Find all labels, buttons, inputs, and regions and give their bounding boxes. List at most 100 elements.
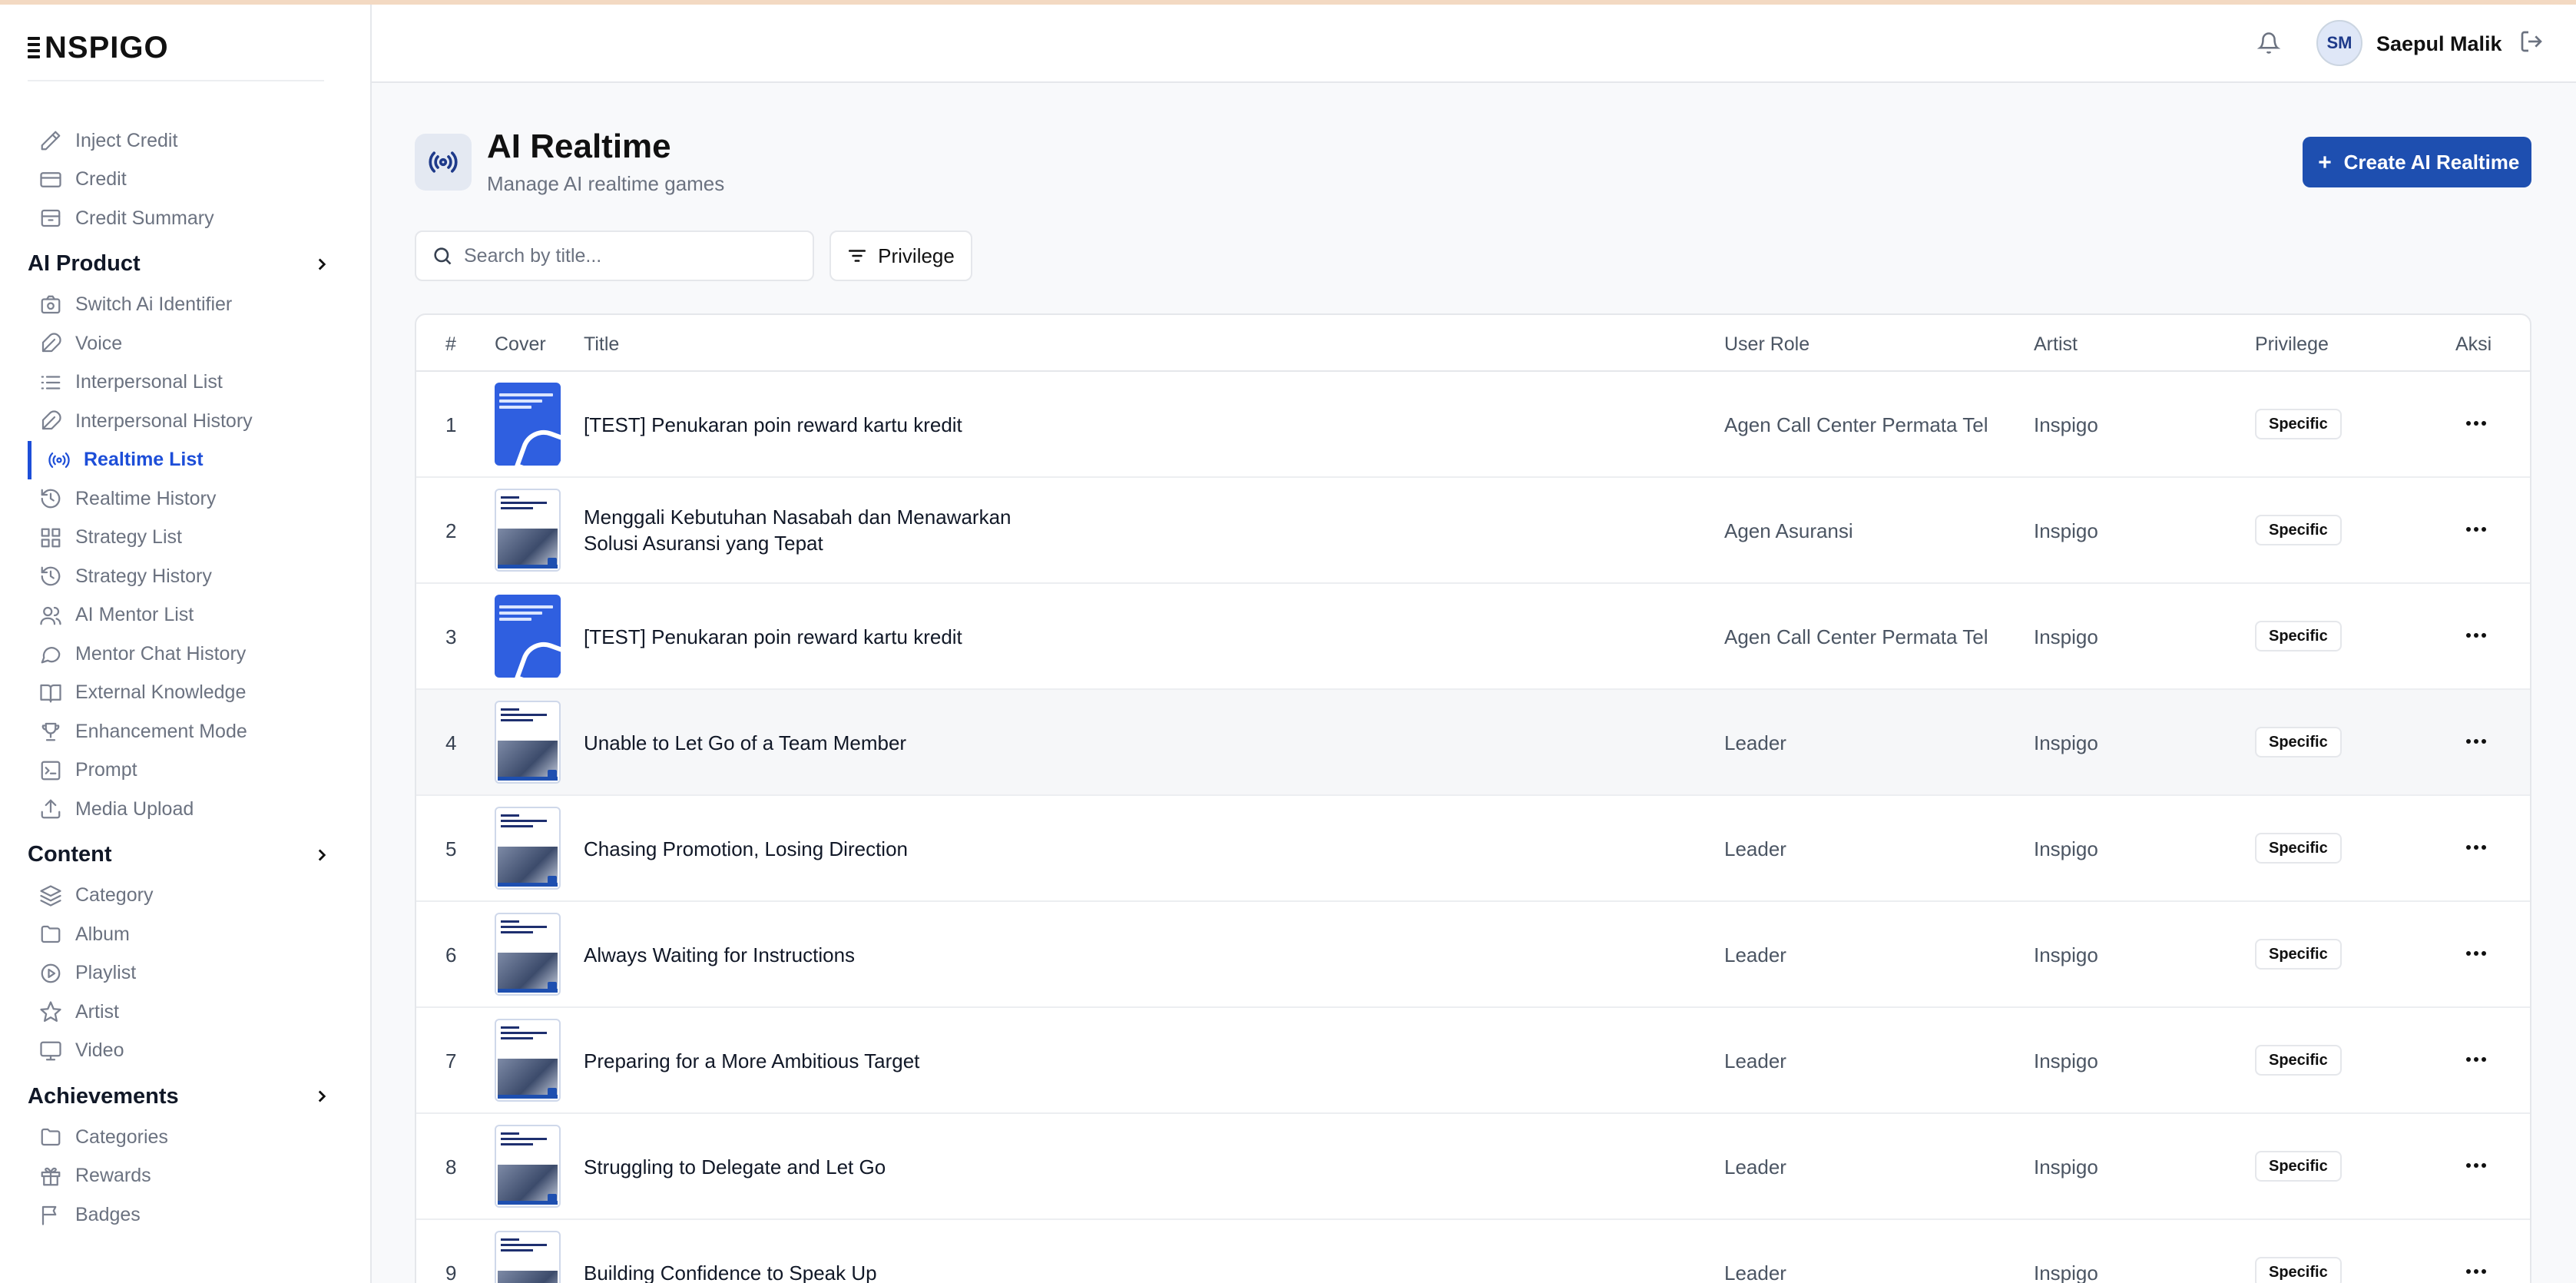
sidebar-item-inject-credit[interactable]: Inject Credit — [28, 121, 343, 161]
sidebar-item-label: Album — [75, 923, 130, 945]
logo[interactable]: NSPIGO — [28, 28, 169, 68]
table-body: 1 [TEST] Penukaran poin reward kartu kre… — [416, 372, 2530, 1283]
more-actions-icon[interactable] — [2462, 412, 2490, 435]
sidebar-item-label: Prompt — [75, 759, 137, 781]
sidebar-item-ai-mentor-list[interactable]: AI Mentor List — [28, 596, 343, 635]
sidebar-item-badges[interactable]: Badges — [28, 1195, 343, 1235]
sidebar-item-playlist[interactable]: Playlist — [28, 954, 343, 993]
table-row[interactable]: 4 Unable to Let Go of a Team Member Lead… — [416, 690, 2530, 796]
row-number: 1 — [445, 413, 457, 436]
row-user-role: Leader — [1724, 1155, 1786, 1179]
row-artist: Inspigo — [2034, 1261, 2098, 1283]
sidebar-nav: Inject Credit Credit Credit Summary AI P… — [28, 121, 343, 1235]
sidebar-item-credit-summary[interactable]: Credit Summary — [28, 199, 343, 238]
more-actions-icon[interactable] — [2462, 730, 2490, 753]
feather-icon — [38, 331, 63, 356]
table-row[interactable]: 2 Menggali Kebutuhan Nasabah dan Menawar… — [416, 478, 2530, 584]
sidebar-item-category[interactable]: Category — [28, 877, 343, 916]
table-row[interactable]: 9 Building Confidence to Speak Up Leader… — [416, 1220, 2530, 1283]
sidebar-item-interpersonal-history[interactable]: Interpersonal History — [28, 402, 343, 441]
sidebar-item-media-upload[interactable]: Media Upload — [28, 790, 343, 829]
privilege-badge: Specific — [2255, 409, 2342, 439]
privilege-filter-button[interactable]: Privilege — [829, 230, 972, 281]
row-title: Menggali Kebutuhan Nasabah dan Menawarka… — [584, 506, 1012, 555]
sidebar-item-video[interactable]: Video — [28, 1032, 343, 1071]
privilege-badge: Specific — [2255, 621, 2342, 651]
list-icon — [38, 370, 63, 395]
row-artist: Inspigo — [2034, 625, 2098, 648]
avatar[interactable]: SM — [2316, 20, 2362, 66]
sidebar-item-strategy-history[interactable]: Strategy History — [28, 557, 343, 596]
cover-thumbnail — [495, 383, 561, 466]
sidebar-item-realtime-history[interactable]: Realtime History — [28, 479, 343, 519]
filter-label: Privilege — [878, 244, 955, 267]
section-title: Content — [28, 842, 112, 867]
column-header-number: # — [445, 333, 456, 355]
sidebar-item-label: Enhancement Mode — [75, 720, 247, 742]
user-name[interactable]: Saepul Malik — [2376, 32, 2502, 56]
sidebar-item-strategy-list[interactable]: Strategy List — [28, 519, 343, 558]
section-title: AI Product — [28, 251, 141, 276]
row-user-role: Agen Asuransi — [1724, 519, 1853, 542]
bell-icon[interactable] — [2253, 28, 2284, 58]
sidebar-item-label: Credit Summary — [75, 207, 214, 229]
create-ai-realtime-button[interactable]: Create AI Realtime — [2303, 137, 2531, 187]
sidebar-item-album[interactable]: Album — [28, 915, 343, 954]
chevron-right-icon[interactable] — [312, 254, 332, 274]
row-artist: Inspigo — [2034, 731, 2098, 754]
sidebar-item-interpersonal-list[interactable]: Interpersonal List — [28, 363, 343, 403]
row-title: Always Waiting for Instructions — [584, 943, 856, 966]
sidebar-item-rewards[interactable]: Rewards — [28, 1157, 343, 1196]
more-actions-icon[interactable] — [2462, 942, 2490, 965]
more-actions-icon[interactable] — [2462, 624, 2490, 647]
play-circle-icon — [38, 961, 63, 986]
gift-icon — [38, 1164, 63, 1189]
chevron-right-icon[interactable] — [312, 1086, 332, 1106]
more-actions-icon[interactable] — [2462, 836, 2490, 859]
more-actions-icon[interactable] — [2462, 1154, 2490, 1177]
sidebar-item-external-knowledge[interactable]: External Knowledge — [28, 674, 343, 713]
sidebar-item-artist[interactable]: Artist — [28, 993, 343, 1032]
row-user-role: Agen Call Center Permata Tel — [1724, 413, 1988, 436]
table-row[interactable]: 3 [TEST] Penukaran poin reward kartu kre… — [416, 584, 2530, 690]
column-header-title: Title — [584, 333, 620, 355]
logout-icon[interactable] — [2519, 29, 2547, 57]
page-title: AI Realtime — [487, 128, 671, 165]
monitor-icon — [38, 1039, 63, 1063]
more-actions-icon[interactable] — [2462, 518, 2490, 541]
section-ai-product[interactable]: AI Product — [28, 243, 343, 286]
sidebar-item-categories[interactable]: Categories — [28, 1118, 343, 1157]
sidebar-item-prompt[interactable]: Prompt — [28, 751, 343, 791]
cover-thumbnail — [495, 1125, 561, 1208]
more-actions-icon[interactable] — [2462, 1260, 2490, 1283]
privilege-badge: Specific — [2255, 939, 2342, 970]
table-row[interactable]: 5 Chasing Promotion, Losing Direction Le… — [416, 796, 2530, 902]
sidebar-item-switch-ai-identifier[interactable]: Switch Ai Identifier — [28, 286, 343, 325]
section-achievements[interactable]: Achievements — [28, 1075, 343, 1118]
section-title: Achievements — [28, 1083, 179, 1109]
sidebar-item-label: Switch Ai Identifier — [75, 293, 233, 316]
feather-icon — [38, 409, 63, 433]
chevron-right-icon[interactable] — [312, 845, 332, 865]
table-row[interactable]: 7 Preparing for a More Ambitious Target … — [416, 1008, 2530, 1114]
table-header: # Cover Title User Role Artist Privilege… — [416, 315, 2530, 372]
search-input[interactable] — [464, 244, 802, 267]
sidebar-item-credit[interactable]: Credit — [28, 161, 343, 200]
table-row[interactable]: 8 Struggling to Delegate and Let Go Lead… — [416, 1114, 2530, 1220]
cover-thumbnail — [495, 1231, 561, 1283]
sidebar-item-mentor-chat-history[interactable]: Mentor Chat History — [28, 635, 343, 674]
sidebar-item-realtime-list[interactable]: Realtime List — [28, 440, 343, 479]
section-content[interactable]: Content — [28, 834, 343, 877]
sidebar-item-enhancement-mode[interactable]: Enhancement Mode — [28, 712, 343, 751]
table-row[interactable]: 6 Always Waiting for Instructions Leader… — [416, 902, 2530, 1008]
row-title: [TEST] Penukaran poin reward kartu kredi… — [584, 413, 962, 436]
table-row[interactable]: 1 [TEST] Penukaran poin reward kartu kre… — [416, 372, 2530, 478]
sidebar-item-label: Credit — [75, 168, 127, 191]
cover-thumbnail — [495, 595, 561, 678]
sidebar-item-label: Artist — [75, 1000, 119, 1023]
more-actions-icon[interactable] — [2462, 1048, 2490, 1071]
sidebar-item-label: Realtime History — [75, 487, 217, 509]
sidebar-item-voice[interactable]: Voice — [28, 324, 343, 363]
archive-icon — [38, 206, 63, 230]
layers-icon — [38, 884, 63, 908]
